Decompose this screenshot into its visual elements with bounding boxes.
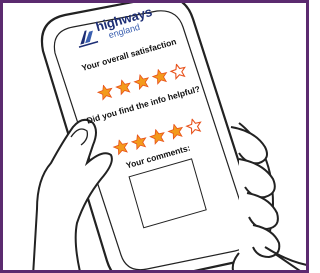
star-icon[interactable] bbox=[112, 138, 129, 156]
star-icon[interactable] bbox=[130, 133, 148, 151]
star-icon[interactable] bbox=[115, 78, 132, 96]
highways-logo-icon bbox=[78, 30, 99, 48]
star-icon[interactable] bbox=[167, 122, 184, 140]
star-icon[interactable] bbox=[133, 73, 150, 91]
star-icon[interactable] bbox=[185, 117, 202, 135]
star-icon[interactable] bbox=[149, 128, 166, 145]
star-icon[interactable] bbox=[151, 68, 168, 85]
star-icon[interactable] bbox=[169, 62, 187, 81]
illustration-frame: highways england Your overall satisfacti… bbox=[0, 0, 309, 273]
star-icon[interactable] bbox=[96, 83, 114, 101]
